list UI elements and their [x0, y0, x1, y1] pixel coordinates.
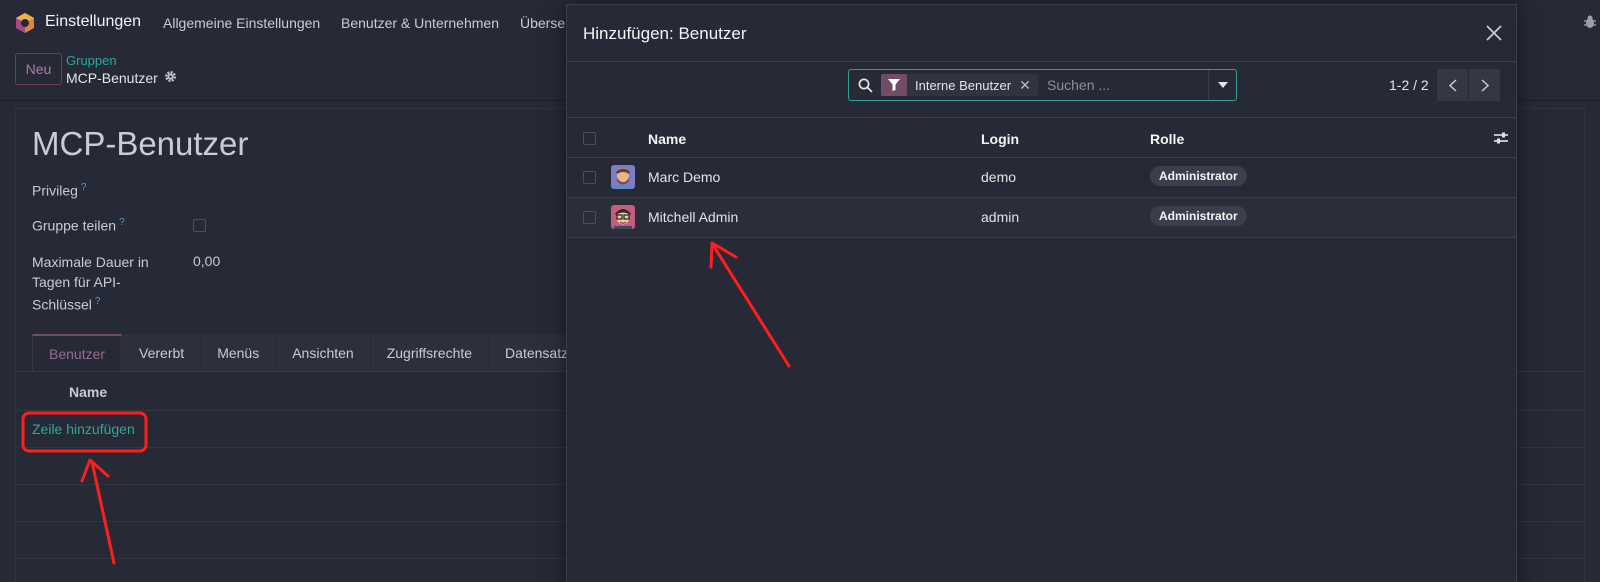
app-name[interactable]: Einstellungen — [45, 13, 141, 31]
dialog-header-divider — [567, 61, 1516, 62]
table-row[interactable]: Mitchell Admin admin Administrator — [567, 198, 1516, 237]
column-header-login[interactable]: Login — [981, 131, 1019, 147]
table-header: Name Login Rolle — [567, 119, 1516, 158]
menu-users-companies[interactable]: Benutzer & Unternehmen — [341, 15, 499, 31]
row-name: Mitchell Admin — [648, 209, 739, 225]
tab-inherited[interactable]: Vererbt — [123, 334, 201, 372]
new-button[interactable]: Neu — [15, 53, 62, 85]
form-tabs: Benutzer Vererbt Menüs Ansichten Zugriff… — [32, 334, 585, 372]
table-row[interactable]: Marc Demo demo Administrator — [567, 158, 1516, 197]
menu-translations[interactable]: Überse — [520, 15, 565, 31]
caret-down-icon — [1217, 82, 1228, 88]
pager-value[interactable]: 1-2 / 2 — [1389, 77, 1429, 93]
search-options-toggle[interactable] — [1208, 70, 1236, 100]
table-row-divider — [567, 237, 1516, 238]
max-duration-help-icon[interactable]: ? — [95, 296, 101, 307]
search-icon[interactable] — [858, 78, 873, 93]
max-duration-value[interactable]: 0,00 — [193, 253, 220, 269]
column-header-name[interactable]: Name — [648, 131, 686, 147]
search-facet: Interne Benutzer ✕ — [881, 74, 1038, 96]
add-line-link[interactable]: Zeile hinzufügen — [32, 421, 135, 437]
dialog-title: Hinzufügen: Benutzer — [583, 24, 747, 43]
debug-bug-icon[interactable] — [1583, 14, 1597, 30]
row-checkbox[interactable] — [583, 211, 596, 224]
gear-icon[interactable] — [164, 70, 177, 83]
optional-columns-icon[interactable] — [1493, 131, 1509, 145]
select-all-checkbox[interactable] — [583, 132, 596, 145]
form-title[interactable]: MCP-Benutzer — [32, 125, 248, 163]
row-name: Marc Demo — [648, 169, 721, 185]
filter-icon — [881, 74, 907, 96]
chevron-left-icon — [1448, 78, 1457, 92]
search-bar[interactable]: Interne Benutzer ✕ — [848, 69, 1237, 101]
role-badge: Administrator — [1150, 166, 1247, 186]
breadcrumb-current: MCP-Benutzer — [66, 70, 158, 86]
tab-users[interactable]: Benutzer — [32, 334, 123, 372]
row-login: admin — [981, 209, 1020, 225]
settings-app-logo-icon[interactable] — [14, 12, 36, 34]
facet-remove-icon[interactable]: ✕ — [1019, 77, 1038, 94]
pager-previous-button[interactable] — [1437, 69, 1468, 101]
role-badge: Administrator — [1150, 206, 1247, 226]
chevron-right-icon — [1480, 78, 1489, 92]
close-icon[interactable] — [1485, 24, 1503, 42]
row-login: demo — [981, 169, 1017, 185]
share-group-label: Gruppe teilen? — [32, 217, 125, 234]
search-input[interactable] — [1047, 75, 1197, 95]
breadcrumb-groups-link[interactable]: Gruppen — [66, 53, 117, 68]
tab-menus[interactable]: Menüs — [201, 334, 276, 372]
avatar — [611, 165, 635, 189]
tab-views[interactable]: Ansichten — [276, 334, 370, 372]
privilege-label: Privileg? — [32, 182, 87, 199]
column-header-role[interactable]: Rolle — [1150, 131, 1184, 147]
avatar — [611, 205, 635, 229]
share-group-checkbox[interactable] — [193, 219, 206, 232]
row-checkbox[interactable] — [583, 171, 596, 184]
add-users-dialog: Hinzufügen: Benutzer Interne Benutzer ✕ … — [566, 4, 1517, 582]
max-duration-label: Maximale Dauer in Tagen für API- Schlüss… — [32, 254, 149, 313]
users-list-header-name[interactable]: Name — [69, 384, 107, 400]
facet-label: Interne Benutzer — [915, 77, 1012, 93]
pager-next-button[interactable] — [1469, 69, 1500, 101]
privilege-help-icon[interactable]: ? — [81, 182, 87, 193]
share-group-help-icon[interactable]: ? — [119, 217, 125, 228]
toolbar-divider — [567, 117, 1516, 118]
menu-general-settings[interactable]: Allgemeine Einstellungen — [163, 15, 320, 31]
tab-access-rights[interactable]: Zugriffsrechte — [370, 334, 489, 372]
